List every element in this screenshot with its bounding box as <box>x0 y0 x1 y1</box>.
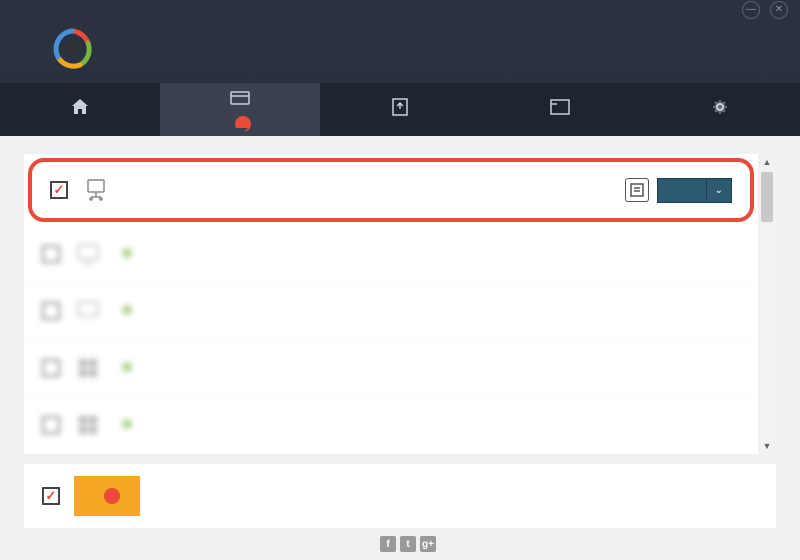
network-card-icon <box>82 176 110 204</box>
minimize-button[interactable]: — <box>742 1 760 19</box>
titlebar: — ✕ <box>0 0 800 19</box>
status-dot-green <box>122 362 132 372</box>
status-dot-green <box>122 305 132 315</box>
driver-name <box>116 417 726 432</box>
home-icon <box>69 96 91 118</box>
driver-info <box>116 360 726 377</box>
gear-icon <box>709 96 731 118</box>
driver-name <box>116 246 740 261</box>
content-area: ⌄ <box>0 136 800 560</box>
driver-row <box>24 226 758 283</box>
driver-name <box>116 360 726 375</box>
driver-row <box>24 283 758 340</box>
driver-checkbox[interactable] <box>42 302 60 320</box>
app-window: — ✕ <box>0 0 800 560</box>
footer: f t g+ <box>24 528 776 560</box>
app-logo <box>50 27 94 71</box>
nav-backup[interactable] <box>320 83 480 136</box>
driver-checkbox[interactable] <box>42 416 60 434</box>
driver-checkbox[interactable] <box>42 359 60 377</box>
backup-icon <box>389 96 411 118</box>
driver-info <box>124 189 611 191</box>
restore-icon <box>549 96 571 118</box>
scroll-up-icon[interactable]: ▲ <box>758 154 776 170</box>
facebook-icon[interactable]: f <box>380 536 396 552</box>
scroll-down-icon[interactable]: ▼ <box>758 438 776 454</box>
driver-checkbox[interactable] <box>42 245 60 263</box>
bottom-bar <box>24 464 776 528</box>
update-controls: ⌄ <box>625 178 732 203</box>
windows-icon <box>74 354 102 382</box>
driver-list: ⌄ <box>24 154 758 454</box>
driver-checkbox[interactable] <box>50 181 68 199</box>
updates-badge <box>235 116 251 132</box>
status-dot-green <box>122 419 132 429</box>
twitter-icon[interactable]: t <box>400 536 416 552</box>
windows-icon <box>74 411 102 439</box>
nav-restore[interactable] <box>480 83 640 136</box>
social-links: f t g+ <box>380 536 436 552</box>
select-all-checkbox[interactable] <box>42 487 60 505</box>
nav-updates[interactable] <box>160 83 320 136</box>
driver-row <box>24 397 758 454</box>
driver-row-highlighted: ⌄ <box>28 158 754 222</box>
scrollbar[interactable]: ▲ ▼ <box>758 154 776 454</box>
driver-list-panel: ⌄ <box>24 154 776 454</box>
driver-info <box>116 303 740 320</box>
download-install-button[interactable] <box>74 476 140 516</box>
close-button[interactable]: ✕ <box>770 1 788 19</box>
driver-row <box>24 340 758 397</box>
status-dot-green <box>122 248 132 258</box>
nav-settings[interactable] <box>640 83 800 136</box>
googleplus-icon[interactable]: g+ <box>420 536 436 552</box>
download-badge <box>104 488 120 504</box>
update-button-group: ⌄ <box>657 178 732 203</box>
audio-icon <box>74 297 102 325</box>
nav-home[interactable] <box>0 83 160 136</box>
nav-updates-label <box>229 116 251 132</box>
update-button[interactable] <box>657 178 707 203</box>
navbar <box>0 83 800 136</box>
scroll-thumb[interactable] <box>761 172 773 222</box>
header <box>0 19 800 83</box>
driver-name <box>116 303 740 318</box>
update-dropdown[interactable]: ⌄ <box>707 178 732 203</box>
details-button[interactable] <box>625 178 649 202</box>
driver-info <box>116 246 740 263</box>
updates-icon <box>229 88 251 110</box>
driver-info <box>116 417 726 434</box>
monitor-icon <box>74 240 102 268</box>
